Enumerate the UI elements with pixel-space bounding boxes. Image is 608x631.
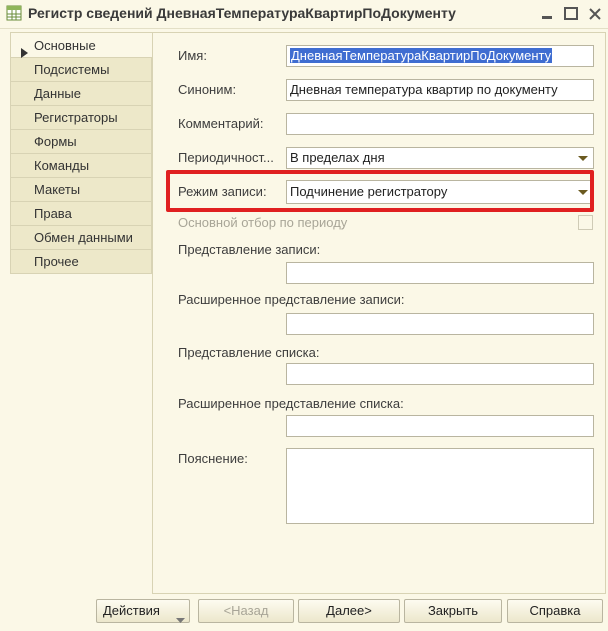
- tab-other[interactable]: Прочее: [10, 250, 152, 274]
- tab-subsystems[interactable]: Подсистемы: [10, 58, 152, 82]
- tab-label: Данные: [34, 86, 81, 101]
- tab-label: Команды: [34, 158, 90, 173]
- chevron-down-icon: [176, 609, 185, 631]
- help-button[interactable]: Справка: [507, 599, 603, 623]
- tab-label: Прочее: [34, 254, 79, 269]
- record-presentation-label: Представление записи:: [178, 242, 321, 257]
- maximize-icon[interactable]: [560, 4, 582, 24]
- ext-list-presentation-label: Расширенное представление списка:: [178, 396, 404, 411]
- tab-main[interactable]: Основные: [10, 32, 153, 58]
- chevron-down-icon[interactable]: [574, 149, 592, 167]
- comment-field[interactable]: [286, 113, 594, 135]
- synonym-label: Синоним:: [178, 82, 237, 97]
- red-highlight-frame: [166, 170, 594, 212]
- tab-registrators[interactable]: Регистраторы: [10, 106, 152, 130]
- name-label: Имя:: [178, 48, 207, 63]
- tab-data-exchange[interactable]: Обмен данными: [10, 226, 152, 250]
- record-presentation-field[interactable]: [286, 262, 594, 284]
- explanation-field[interactable]: [286, 448, 594, 524]
- tab-label: Основные: [34, 38, 96, 53]
- tab-label: Права: [34, 206, 72, 221]
- minimize-icon[interactable]: [536, 4, 558, 24]
- list-presentation-field[interactable]: [286, 363, 594, 385]
- window-title: Регистр сведений ДневнаяТемператураКварт…: [28, 5, 456, 21]
- tab-templates[interactable]: Макеты: [10, 178, 152, 202]
- list-presentation-label: Представление списка:: [178, 345, 320, 360]
- register-table-icon: [6, 5, 22, 24]
- explanation-label: Пояснение:: [178, 451, 248, 466]
- sidebar: Основные Подсистемы Данные Регистраторы …: [10, 32, 153, 274]
- comment-label: Комментарий:: [178, 116, 264, 131]
- periodicity-select[interactable]: В пределах дня: [286, 147, 594, 169]
- tab-data[interactable]: Данные: [10, 82, 152, 106]
- periodicity-value: В пределах дня: [290, 150, 385, 165]
- next-button[interactable]: Далее>: [298, 599, 400, 623]
- actions-button[interactable]: Действия: [96, 599, 190, 623]
- tab-commands[interactable]: Команды: [10, 154, 152, 178]
- ext-list-presentation-field[interactable]: [286, 415, 594, 437]
- tab-label: Формы: [34, 134, 77, 149]
- ext-record-presentation-field[interactable]: [286, 313, 594, 335]
- actions-label: Действия: [103, 603, 160, 618]
- tab-label: Макеты: [34, 182, 81, 197]
- back-button[interactable]: <Назад: [198, 599, 294, 623]
- main-filter-label: Основной отбор по периоду: [178, 215, 348, 230]
- tab-label: Обмен данными: [34, 230, 133, 245]
- name-field[interactable]: ДневнаяТемператураКвартирПоДокументу: [286, 45, 594, 67]
- title-bar: Регистр сведений ДневнаяТемператураКварт…: [0, 0, 608, 29]
- synonym-field[interactable]: Дневная температура квартир по документу: [286, 79, 594, 101]
- ext-record-presentation-label: Расширенное представление записи:: [178, 292, 405, 307]
- tab-label: Регистраторы: [34, 110, 118, 125]
- tab-label: Подсистемы: [34, 62, 110, 77]
- tab-forms[interactable]: Формы: [10, 130, 152, 154]
- close-button[interactable]: Закрыть: [404, 599, 502, 623]
- close-icon[interactable]: [584, 4, 606, 24]
- periodicity-label: Периодичност...: [178, 150, 274, 165]
- main-filter-checkbox[interactable]: [578, 215, 593, 230]
- name-value: ДневнаяТемператураКвартирПоДокументу: [290, 48, 553, 63]
- tab-rights[interactable]: Права: [10, 202, 152, 226]
